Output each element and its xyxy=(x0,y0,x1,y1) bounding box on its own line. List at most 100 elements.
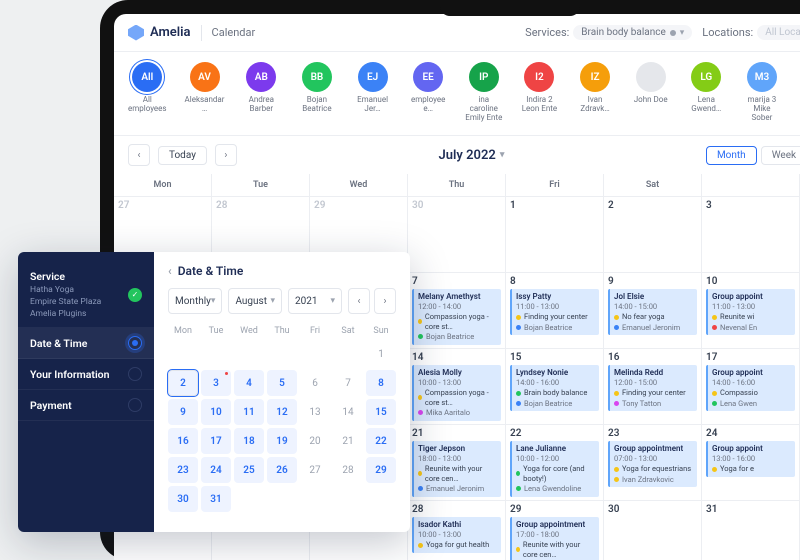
mini-day[interactable]: 9 xyxy=(168,399,198,425)
day-cell[interactable]: 23 Group appointment 07:00 - 13:00 Yoga … xyxy=(604,425,702,501)
day-cell[interactable]: 14 Alesia Molly 10:00 - 13:00 Compassion… xyxy=(408,349,506,425)
mini-day[interactable]: 24 xyxy=(201,457,231,483)
event[interactable]: Lane Julianne 10:00 - 12:00 Yoga for cor… xyxy=(510,441,599,497)
mini-day[interactable]: 8 xyxy=(366,370,396,396)
person[interactable]: I2Indira 2 Leon Ente xyxy=(521,62,559,131)
person[interactable]: IPina caroline Emily Ente xyxy=(465,62,503,131)
prev-button[interactable]: ‹ xyxy=(128,144,150,166)
event[interactable]: Group appointment 07:00 - 13:00 Yoga for… xyxy=(608,441,697,487)
mini-day[interactable]: 2 xyxy=(168,370,198,396)
day-cell[interactable]: 10 Group appoint 11:00 - 13:00 Reunite w… xyxy=(702,273,800,349)
locations-filter[interactable]: Locations: All Locations ▾ xyxy=(702,25,800,40)
event[interactable]: Lyndsey Nonie 14:00 - 16:00 Brain body b… xyxy=(510,365,599,411)
day-cell[interactable]: 3 xyxy=(702,197,800,273)
person[interactable]: BBBojan Beatrice xyxy=(298,62,336,131)
mini-prev-button[interactable]: ‹ xyxy=(348,288,370,314)
event[interactable]: Melany Amethyst 12:00 - 14:00 Compassion… xyxy=(412,289,501,345)
brand[interactable]: Amelia xyxy=(128,25,191,41)
event[interactable]: Melinda Redd 12:00 - 15:00 Finding your … xyxy=(608,365,697,411)
mini-day[interactable]: 27 xyxy=(300,457,330,483)
mini-day[interactable]: 15 xyxy=(366,399,396,425)
day-cell[interactable]: 22 Lane Julianne 10:00 - 12:00 Yoga for … xyxy=(506,425,604,501)
view-tab-month[interactable]: Month xyxy=(706,146,757,165)
mini-day[interactable]: 1 xyxy=(366,341,396,367)
person[interactable]: EEemployee e… xyxy=(409,62,447,131)
person[interactable]: LGLena Gwend… xyxy=(687,62,725,131)
mini-day[interactable]: 11 xyxy=(234,399,264,425)
day-cell[interactable]: 21 Tiger Jepson 18:00 - 13:00 Reunite wi… xyxy=(408,425,506,501)
mini-day[interactable]: 23 xyxy=(168,457,198,483)
mini-day[interactable]: 12 xyxy=(267,399,297,425)
mini-day[interactable]: 3 xyxy=(201,370,231,396)
services-pill[interactable]: Brain body balance ▾ xyxy=(573,25,692,40)
services-filter[interactable]: Services: Brain body balance ▾ xyxy=(525,25,692,40)
mini-day[interactable]: 26 xyxy=(267,457,297,483)
mini-day[interactable]: 13 xyxy=(300,399,330,425)
mini-day[interactable]: 16 xyxy=(168,428,198,454)
mini-day[interactable]: 5 xyxy=(267,370,297,396)
step-payment[interactable]: Payment xyxy=(18,390,154,421)
mini-day xyxy=(333,341,363,367)
event[interactable]: Group appointment 17:00 - 18:00 Reunite … xyxy=(510,517,599,560)
mini-day[interactable]: 18 xyxy=(234,428,264,454)
day-cell[interactable]: 2 xyxy=(604,197,702,273)
mini-day[interactable]: 31 xyxy=(201,486,231,512)
view-tab-week[interactable]: Week xyxy=(761,146,800,165)
mini-day[interactable]: 28 xyxy=(333,457,363,483)
mini-next-button[interactable]: › xyxy=(374,288,396,314)
mini-day[interactable]: 20 xyxy=(300,428,330,454)
person[interactable]: AllAll employees xyxy=(128,62,167,131)
day-cell[interactable]: 1 xyxy=(506,197,604,273)
person[interactable]: EJEmanuel Jer… xyxy=(354,62,392,131)
mini-day[interactable]: 17 xyxy=(201,428,231,454)
mini-day[interactable]: 7 xyxy=(333,370,363,396)
today-button[interactable]: Today xyxy=(158,146,207,165)
person[interactable]: AVAleksandar … xyxy=(185,62,225,131)
day-cell[interactable]: 8 Issy Patty 11:00 - 13:00 Finding your … xyxy=(506,273,604,349)
day-cell[interactable]: 15 Lyndsey Nonie 14:00 - 16:00 Brain bod… xyxy=(506,349,604,425)
person[interactable]: IZIvan Zdravk… xyxy=(576,62,614,131)
day-cell[interactable]: 7 Melany Amethyst 12:00 - 14:00 Compassi… xyxy=(408,273,506,349)
next-button[interactable]: › xyxy=(215,144,237,166)
mini-day[interactable]: 22 xyxy=(366,428,396,454)
person-name: Aleksandar … xyxy=(185,95,225,113)
day-cell[interactable]: 30 xyxy=(408,197,506,273)
event[interactable]: Tiger Jepson 18:00 - 13:00 Reunite with … xyxy=(412,441,501,497)
mini-day[interactable]: 6 xyxy=(300,370,330,396)
event[interactable]: Jol Elsie 14:00 - 15:00 No fear yoga Ema… xyxy=(608,289,697,335)
mini-day[interactable]: 25 xyxy=(234,457,264,483)
event[interactable]: Group appoint 11:00 - 13:00 Reunite wi N… xyxy=(706,289,795,335)
event[interactable]: Alesia Molly 10:00 - 13:00 Compassion yo… xyxy=(412,365,501,421)
day-cell[interactable]: 24 Group appoint 13:00 - 16:00 Yoga for … xyxy=(702,425,800,501)
mini-day[interactable]: 29 xyxy=(366,457,396,483)
event[interactable]: Issy Patty 11:00 - 13:00 Finding your ce… xyxy=(510,289,599,335)
year-select[interactable]: 2021▾ xyxy=(288,288,342,314)
event[interactable]: Isador Kathi 10:00 - 13:00 Yoga for gut … xyxy=(412,517,501,553)
day-cell[interactable]: 28 Isador Kathi 10:00 - 13:00 Yoga for g… xyxy=(408,501,506,560)
mini-day[interactable]: 14 xyxy=(333,399,363,425)
day-cell[interactable]: 16 Melinda Redd 12:00 - 15:00 Finding yo… xyxy=(604,349,702,425)
day-cell[interactable]: 31 xyxy=(702,501,800,560)
person[interactable]: ABAndrea Barber xyxy=(242,62,280,131)
step-date-time[interactable]: Date & Time xyxy=(18,328,154,359)
month-select[interactable]: August▾ xyxy=(228,288,282,314)
mini-day[interactable]: 21 xyxy=(333,428,363,454)
day-cell[interactable]: 30 xyxy=(604,501,702,560)
mini-day[interactable]: 19 xyxy=(267,428,297,454)
person[interactable]: John Doe xyxy=(632,62,670,131)
event[interactable]: Group appoint 13:00 - 16:00 Yoga for e xyxy=(706,441,795,477)
back-icon[interactable]: ‹ xyxy=(168,264,172,278)
recurrence-select[interactable]: Monthly▾ xyxy=(168,288,222,314)
step-your-information[interactable]: Your Information xyxy=(18,359,154,390)
mini-day[interactable]: 4 xyxy=(234,370,264,396)
step-service[interactable]: ServiceHatha YogaEmpire State PlazaAmeli… xyxy=(18,262,154,328)
mini-day[interactable]: 10 xyxy=(201,399,231,425)
event[interactable]: Group appoint 14:00 - 16:00 Compassio Le… xyxy=(706,365,795,411)
day-cell[interactable]: 9 Jol Elsie 14:00 - 15:00 No fear yoga E… xyxy=(604,273,702,349)
month-title[interactable]: July 2022 ▾ xyxy=(439,148,505,163)
day-cell[interactable]: 29 Group appointment 17:00 - 18:00 Reuni… xyxy=(506,501,604,560)
person[interactable]: M3marija 3 Mike Sober xyxy=(743,62,781,131)
day-cell[interactable]: 17 Group appoint 14:00 - 16:00 Compassio… xyxy=(702,349,800,425)
mini-day[interactable]: 30 xyxy=(168,486,198,512)
locations-pill[interactable]: All Locations ▾ xyxy=(757,25,800,40)
